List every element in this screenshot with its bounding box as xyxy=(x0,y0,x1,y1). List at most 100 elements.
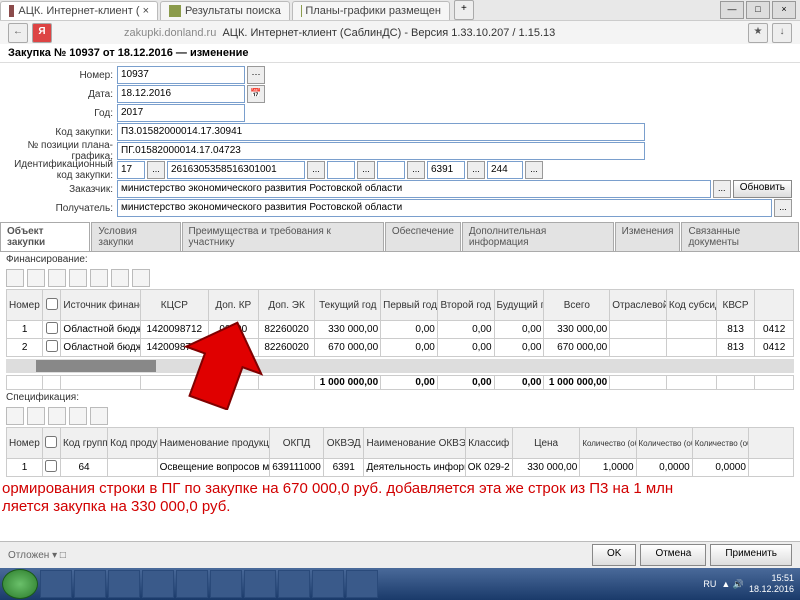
idk3-lookup[interactable]: ... xyxy=(467,161,485,179)
taskbar-icon-5[interactable] xyxy=(176,570,208,598)
fin-header-row: Номер строкиИсточник финансированияКЦСРД… xyxy=(7,290,794,321)
idk4-field[interactable]: 244 xyxy=(487,161,523,179)
spec-header-row: Номер строкиКод группыКод продукцииНаиме… xyxy=(7,428,794,459)
taskbar-icon-3[interactable] xyxy=(108,570,140,598)
download-button[interactable]: ↓ xyxy=(772,23,792,43)
status-text[interactable]: Отложен ▾ □ xyxy=(8,550,66,561)
apply-button[interactable]: Применить xyxy=(710,544,792,566)
idk1-lookup-icon[interactable]: ... xyxy=(147,161,165,179)
fin-checkall[interactable] xyxy=(46,298,58,310)
fin-row-2[interactable]: 2Областной бюдже142009871582260020670 00… xyxy=(7,339,794,357)
spec-new-icon[interactable] xyxy=(6,407,24,425)
inner-tabs: Объект закупки Условия закупки Преимущес… xyxy=(0,222,800,252)
zakaz-lookup-icon[interactable]: ... xyxy=(713,180,731,198)
taskbar-icon-6[interactable] xyxy=(210,570,242,598)
browser-tab-1[interactable]: АЦК. Интернет-клиент ( × xyxy=(0,1,158,20)
spec-edit-icon[interactable] xyxy=(48,407,66,425)
spec-open-icon[interactable] xyxy=(27,407,45,425)
header-form: Номер: 10937 ⋯ Дата: 18.12.2016 📅 Год: 2… xyxy=(0,63,800,220)
spec-export-icon[interactable] xyxy=(90,407,108,425)
fin-scrollbar[interactable] xyxy=(6,359,794,373)
address-text[interactable]: zakupki.donland.ru АЦК. Интернет-клиент … xyxy=(124,27,746,39)
browser-tabstrip: АЦК. Интернет-клиент ( × Результаты поис… xyxy=(0,0,800,21)
obnovit-button[interactable]: Обновить xyxy=(733,180,792,198)
fin-open-icon[interactable] xyxy=(27,269,45,287)
idk-e1-lookup[interactable]: ... xyxy=(357,161,375,179)
poluch-lookup-icon[interactable]: ... xyxy=(774,199,792,217)
taskbar-icon-2[interactable] xyxy=(74,570,106,598)
new-tab-button[interactable]: + xyxy=(454,0,474,20)
taskbar-icon-7[interactable] xyxy=(244,570,276,598)
fin-row1-check[interactable] xyxy=(46,322,58,334)
fin-delete-icon[interactable] xyxy=(69,269,87,287)
tab-usloviya[interactable]: Условия закупки xyxy=(91,222,180,251)
zakaz-field[interactable]: министерство экономического развития Рос… xyxy=(117,180,711,198)
spec-checkall[interactable] xyxy=(45,436,57,448)
fin-refresh-icon[interactable] xyxy=(132,269,150,287)
data-field[interactable]: 18.12.2016 xyxy=(117,85,245,103)
idk-e2[interactable] xyxy=(377,161,405,179)
calendar-icon[interactable]: 📅 xyxy=(247,85,265,103)
fin-totals: 1 000 000,000,000,000,001 000 000,00 xyxy=(6,375,794,390)
fin-new-icon[interactable] xyxy=(6,269,24,287)
taskbar-icon-9[interactable] xyxy=(312,570,344,598)
idk-e1[interactable] xyxy=(327,161,355,179)
taskbar-icon-10[interactable] xyxy=(346,570,378,598)
idk4-lookup[interactable]: ... xyxy=(525,161,543,179)
window-maximize-button[interactable]: □ xyxy=(746,1,770,19)
taskbar-icon-4[interactable] xyxy=(142,570,174,598)
fin-edit-icon[interactable] xyxy=(48,269,66,287)
label-zakaz: Заказчик: xyxy=(8,184,117,195)
nomer-field[interactable]: 10937 xyxy=(117,66,245,84)
spec-row1-check[interactable] xyxy=(45,460,57,472)
npos-field[interactable]: ПГ.01582000014.17.04723 xyxy=(117,142,645,160)
spec-delete-icon[interactable] xyxy=(69,407,87,425)
spec-row-1[interactable]: 164Освещение вопросов мало6391110006391Д… xyxy=(7,459,794,477)
ok-button[interactable]: OK xyxy=(592,544,636,566)
system-tray[interactable]: RU ▲ 🔊 15:5118.12.2016 xyxy=(703,573,800,595)
idk3-field[interactable]: 6391 xyxy=(427,161,465,179)
browser-tab-3[interactable]: Планы-графики размещен xyxy=(292,1,450,20)
start-button[interactable] xyxy=(2,569,38,599)
yandex-button[interactable]: Я xyxy=(32,23,52,43)
label-god: Год: xyxy=(8,108,117,119)
window-minimize-button[interactable]: — xyxy=(720,1,744,19)
spec-table: Номер строкиКод группыКод продукцииНаиме… xyxy=(6,427,794,477)
label-idkod: Идентификационный код закупки: xyxy=(8,159,117,181)
fin-copy-icon[interactable] xyxy=(90,269,108,287)
spec-toolbar xyxy=(0,405,800,427)
back-button[interactable]: ← xyxy=(8,23,28,43)
tab-preimush[interactable]: Преимущества и требования к участнику xyxy=(182,222,384,251)
idk1-field[interactable]: 17 xyxy=(117,161,145,179)
window-close-button[interactable]: × xyxy=(772,1,796,19)
favorite-button[interactable]: ★ xyxy=(748,23,768,43)
tab-obespech[interactable]: Обеспечение xyxy=(385,222,461,251)
fin-label: Финансирование: xyxy=(0,252,800,267)
tab-dopinfo[interactable]: Дополнительная информация xyxy=(462,222,614,251)
dialog-footer: Отложен ▾ □ OK Отмена Применить xyxy=(0,541,800,568)
poluch-field[interactable]: министерство экономического развития Рос… xyxy=(117,199,772,217)
address-bar: ← Я zakupki.donland.ru АЦК. Интернет-кли… xyxy=(0,21,800,46)
label-poluch: Получатель: xyxy=(8,203,117,214)
browser-tab-2[interactable]: Результаты поиска xyxy=(160,1,290,20)
tab-obekt[interactable]: Объект закупки xyxy=(0,222,90,251)
label-data: Дата: xyxy=(8,89,117,100)
tab-izmen[interactable]: Изменения xyxy=(615,222,681,251)
nomer-lookup-icon[interactable]: ⋯ xyxy=(247,66,265,84)
fin-row2-check[interactable] xyxy=(46,340,58,352)
idk-e2-lookup[interactable]: ... xyxy=(407,161,425,179)
taskbar-icon-8[interactable] xyxy=(278,570,310,598)
label-kod: Код закупки: xyxy=(8,127,117,138)
spec-label: Спецификация: xyxy=(0,390,800,405)
fin-table: Номер строкиИсточник финансированияКЦСРД… xyxy=(6,289,794,357)
kod-field[interactable]: П3.01582000014.17.30941 xyxy=(117,123,645,141)
fin-export-icon[interactable] xyxy=(111,269,129,287)
fin-row-1[interactable]: 1Областной бюдже142009871200000822600203… xyxy=(7,321,794,339)
document-title: Закупка № 10937 от 18.12.2016 — изменени… xyxy=(0,44,800,63)
idk2-field[interactable]: 2616305358516301001 xyxy=(167,161,305,179)
cancel-button[interactable]: Отмена xyxy=(640,544,706,566)
idk2-lookup-icon[interactable]: ... xyxy=(307,161,325,179)
tab-svyaz[interactable]: Связанные документы xyxy=(681,222,799,251)
taskbar-icon-1[interactable] xyxy=(40,570,72,598)
god-field[interactable]: 2017 xyxy=(117,104,245,122)
